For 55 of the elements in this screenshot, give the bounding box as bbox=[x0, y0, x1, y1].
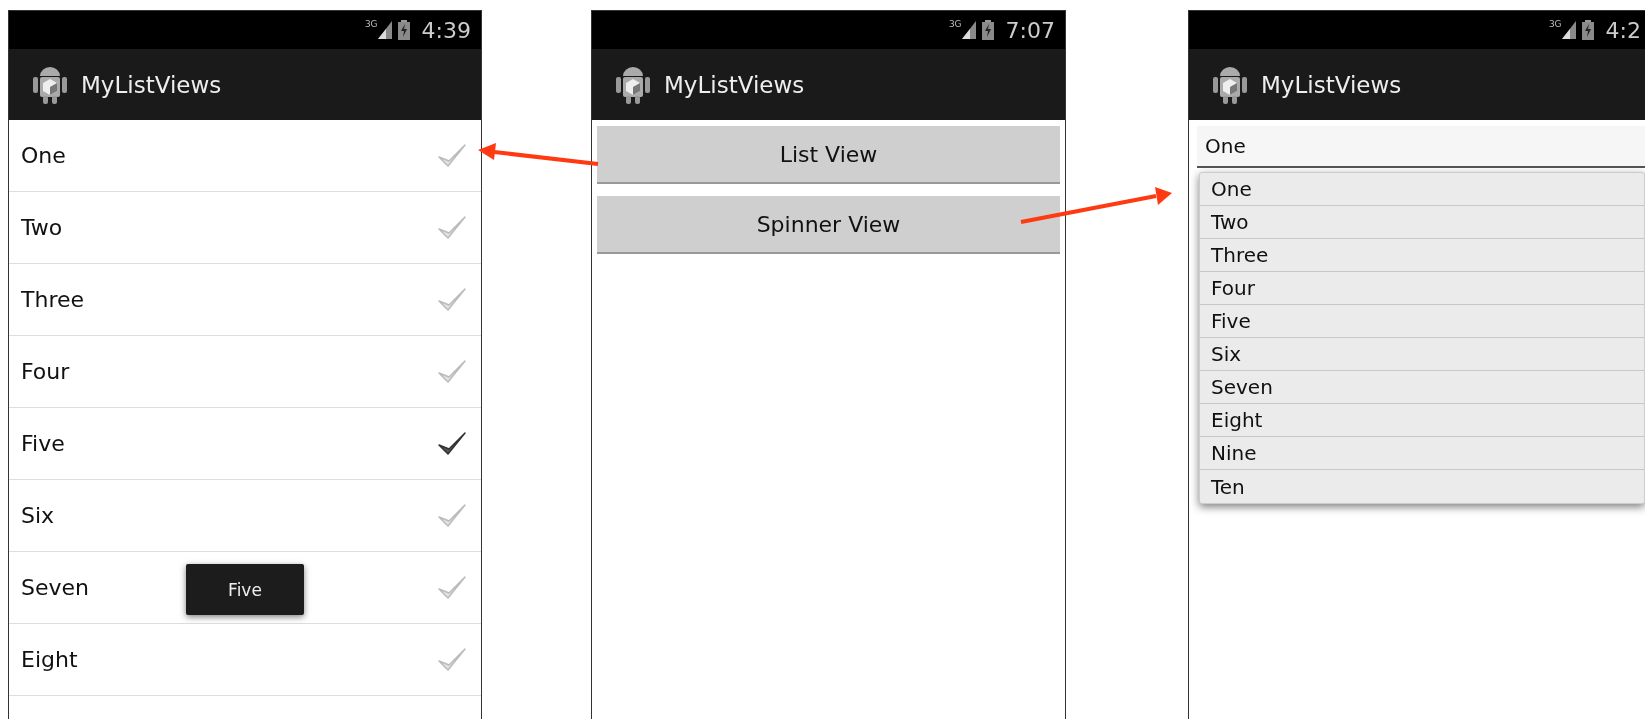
battery-charging-icon bbox=[397, 20, 410, 40]
android-robot-icon bbox=[1213, 64, 1247, 105]
dropdown-option[interactable]: Seven bbox=[1200, 371, 1644, 404]
dropdown-option[interactable]: Three bbox=[1200, 239, 1644, 272]
signal-icon bbox=[377, 21, 392, 39]
android-robot-icon bbox=[33, 64, 67, 105]
dropdown-option[interactable]: Five bbox=[1200, 305, 1644, 338]
dropdown-option[interactable]: Two bbox=[1200, 206, 1644, 239]
signal-icon bbox=[961, 21, 976, 39]
checkmark-icon[interactable] bbox=[437, 646, 467, 673]
spinner-field[interactable]: One bbox=[1197, 126, 1645, 168]
app-title: MyListViews bbox=[664, 71, 805, 98]
list-item-label: Two bbox=[21, 215, 63, 240]
list-item[interactable]: Eight bbox=[9, 624, 481, 696]
app-title: MyListViews bbox=[81, 71, 222, 98]
list-item-label: Seven bbox=[21, 575, 89, 600]
list-item[interactable]: Three bbox=[9, 264, 481, 336]
dropdown-option[interactable]: Nine bbox=[1200, 437, 1644, 470]
list-item-label: Six bbox=[21, 503, 55, 528]
list-item[interactable]: Two bbox=[9, 192, 481, 264]
network-label: 3G bbox=[1548, 19, 1562, 29]
list-item-label: One bbox=[21, 143, 66, 168]
dropdown-option[interactable]: Ten bbox=[1200, 470, 1644, 503]
signal-icon bbox=[1561, 21, 1576, 39]
checkmark-icon[interactable] bbox=[437, 574, 467, 601]
checkmark-icon[interactable] bbox=[437, 142, 467, 169]
battery-charging-icon bbox=[981, 20, 994, 40]
list-item-label: Three bbox=[21, 287, 84, 312]
clock: 4:2 bbox=[1605, 17, 1641, 43]
dropdown-option[interactable]: Four bbox=[1200, 272, 1644, 305]
list-item-label: Four bbox=[21, 359, 70, 384]
android-robot-icon bbox=[616, 64, 650, 105]
app-title: MyListViews bbox=[1261, 71, 1402, 98]
dropdown-option[interactable]: Six bbox=[1200, 338, 1644, 371]
list-item[interactable]: One bbox=[9, 120, 481, 192]
checkmark-icon[interactable] bbox=[437, 430, 467, 457]
dropdown-option[interactable]: Eight bbox=[1200, 404, 1644, 437]
network-label: 3G bbox=[948, 19, 962, 29]
list-item[interactable]: Four bbox=[9, 336, 481, 408]
list-item-label: Five bbox=[21, 431, 65, 456]
nav-button[interactable]: List View bbox=[597, 126, 1060, 184]
list-item[interactable]: Six bbox=[9, 480, 481, 552]
battery-charging-icon bbox=[1581, 20, 1594, 40]
list-item[interactable]: Five bbox=[9, 408, 481, 480]
checkmark-icon[interactable] bbox=[437, 286, 467, 313]
clock: 4:39 bbox=[421, 17, 471, 43]
nav-button[interactable]: Spinner View bbox=[597, 196, 1060, 254]
clock: 7:07 bbox=[1005, 17, 1055, 43]
checkmark-icon[interactable] bbox=[437, 502, 467, 529]
network-label: 3G bbox=[364, 19, 378, 29]
toast-message: Five bbox=[186, 564, 304, 615]
dropdown-option[interactable]: One bbox=[1200, 173, 1644, 206]
checkmark-icon[interactable] bbox=[437, 214, 467, 241]
list-item-label: Eight bbox=[21, 647, 78, 672]
checkmark-icon[interactable] bbox=[437, 358, 467, 385]
